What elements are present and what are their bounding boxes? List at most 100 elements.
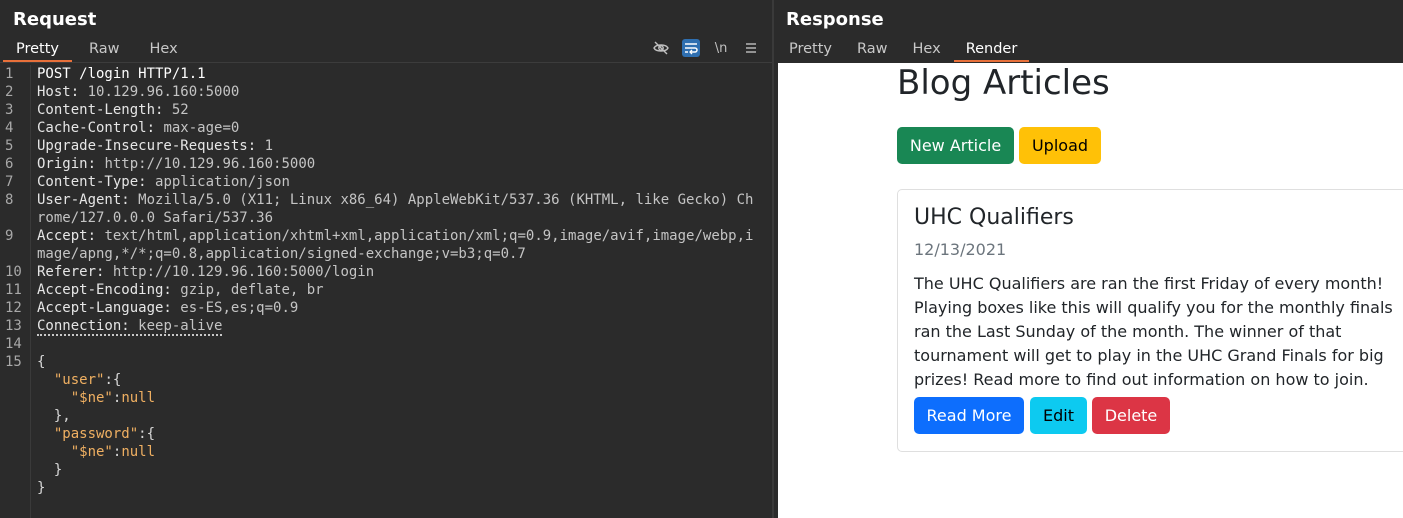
eye-off-icon[interactable]: [652, 39, 670, 57]
request-line: 14: [0, 335, 772, 353]
article-text: The UHC Qualifiers are ran the first Fri…: [914, 274, 1393, 389]
line-number: 3: [5, 102, 14, 118]
upload-button[interactable]: Upload: [1019, 127, 1101, 164]
header-value: Mozilla/5.0 (X11; Linux x86_64) AppleWeb…: [37, 192, 754, 226]
json-key-ne: "$ne": [70, 444, 113, 460]
header-name: Content-Length:: [37, 102, 164, 118]
request-line: }: [0, 479, 772, 497]
header-name: Accept-Language:: [37, 300, 172, 316]
line-number: 10: [5, 264, 22, 280]
request-tabs: Pretty Raw Hex: [3, 38, 195, 63]
request-line: 6 Origin: http://10.129.96.160:5000: [0, 155, 772, 173]
request-line: "$ne":null: [70, 390, 156, 406]
header-name: Host:: [37, 84, 80, 100]
rendered-page: Blog Articles New Article Upload UHC Qua…: [778, 63, 1403, 518]
json-open-brace: {: [37, 354, 46, 370]
line-number: 13: [5, 318, 22, 334]
request-toolbar: \n: [652, 38, 760, 58]
header-value: max-age=0: [163, 120, 240, 136]
line-number: 1: [5, 66, 14, 82]
menu-icon[interactable]: [742, 39, 760, 57]
response-tab-pretty[interactable]: Pretty: [777, 38, 844, 62]
header-value: keep-alive: [138, 318, 223, 334]
request-title: Request: [13, 9, 97, 30]
line-number: 14: [5, 336, 22, 352]
request-line: 3 Content-Length: 52: [0, 101, 772, 119]
request-line: 10 Referer: http://10.129.96.160:5000/lo…: [0, 263, 772, 281]
read-more-button[interactable]: Read More: [914, 397, 1024, 434]
request-tab-hex[interactable]: Hex: [137, 38, 191, 62]
article-date: 12/13/2021: [914, 240, 1007, 259]
wrap-lines-icon[interactable]: [682, 39, 700, 57]
delete-button[interactable]: Delete: [1092, 397, 1170, 434]
request-line: 2 Host: 10.129.96.160:5000: [0, 83, 772, 101]
response-tab-hex[interactable]: Hex: [901, 38, 953, 62]
json-key-ne: "$ne": [70, 390, 113, 406]
article-card: UHC Qualifiers 12/13/2021 The UHC Qualif…: [897, 189, 1403, 452]
request-editor[interactable]: 1 POST /login HTTP/1.1 2 Host: 10.129.96…: [0, 65, 772, 518]
line-number: 4: [5, 120, 14, 136]
line-number: 11: [5, 282, 22, 298]
json-key-password: "password": [53, 426, 139, 442]
header-name: Accept:: [37, 228, 97, 244]
newline-icon[interactable]: \n: [712, 39, 730, 57]
header-name: Referer:: [37, 264, 105, 280]
request-line: 15 {: [0, 353, 772, 371]
header-name: User-Agent:: [37, 192, 130, 208]
request-line: "user":{: [53, 372, 122, 388]
edit-button[interactable]: Edit: [1030, 397, 1087, 434]
request-line: "$ne":null: [70, 444, 156, 460]
response-pane: Response Pretty Raw Hex Render Blog Arti…: [774, 0, 1403, 518]
new-article-button[interactable]: New Article: [897, 127, 1014, 164]
header-name: Content-Type:: [37, 174, 147, 190]
header-name: Origin:: [37, 156, 97, 172]
line-number: 8: [5, 192, 14, 208]
request-tabs-divider: [0, 62, 772, 63]
json-close-brace: }: [37, 480, 46, 496]
header-value: application/json: [155, 174, 290, 190]
line-number: 9: [5, 228, 14, 244]
request-line: 5 Upgrade-Insecure-Requests: 1: [0, 137, 772, 155]
header-value: 1: [264, 138, 274, 154]
article-title: UHC Qualifiers: [914, 205, 1074, 230]
header-name: Accept-Encoding:: [37, 282, 172, 298]
json-null-value: null: [121, 390, 156, 406]
header-value: http://10.129.96.160:5000: [104, 156, 316, 172]
response-tab-raw[interactable]: Raw: [845, 38, 900, 62]
request-line: 7 Content-Type: application/json: [0, 173, 772, 191]
request-line: }: [53, 462, 63, 478]
request-line: 4 Cache-Control: max-age=0: [0, 119, 772, 137]
header-name: Connection:: [37, 318, 130, 334]
request-line: },: [53, 408, 71, 424]
response-tab-render[interactable]: Render: [953, 38, 1030, 62]
request-line: 8 User-Agent: Mozilla/5.0 (X11; Linux x8…: [0, 191, 772, 227]
request-line-text: POST /login HTTP/1.1: [37, 66, 206, 82]
request-line: 9 Accept: text/html,application/xhtml+xm…: [0, 227, 772, 263]
line-number: 6: [5, 156, 14, 172]
request-line: 12 Accept-Language: es-ES,es;q=0.9: [0, 299, 772, 317]
request-tab-raw[interactable]: Raw: [76, 38, 133, 62]
header-value: text/html,application/xhtml+xml,applicat…: [37, 228, 754, 262]
header-value: gzip, deflate, br: [180, 282, 324, 298]
request-line: 13 Connection: keep-alive: [0, 317, 772, 336]
line-number: 2: [5, 84, 14, 100]
line-number: 15: [5, 354, 22, 370]
header-value: es-ES,es;q=0.9: [180, 300, 299, 316]
page-title: Blog Articles: [897, 63, 1110, 103]
line-number: 7: [5, 174, 14, 190]
request-line: 11 Accept-Encoding: gzip, deflate, br: [0, 281, 772, 299]
line-number: 12: [5, 300, 22, 316]
header-name: Cache-Control:: [37, 120, 156, 136]
header-value: 52: [171, 102, 189, 118]
response-title: Response: [786, 9, 884, 30]
request-line: 1 POST /login HTTP/1.1: [0, 65, 772, 83]
request-tab-pretty[interactable]: Pretty: [3, 38, 73, 62]
line-number: 5: [5, 138, 14, 154]
request-pane: Request Pretty Raw Hex \n 1 POST /login …: [0, 0, 772, 518]
header-name: Upgrade-Insecure-Requests:: [37, 138, 257, 154]
json-key-user: "user": [53, 372, 105, 388]
json-null-value: null: [121, 444, 156, 460]
response-tabs: Pretty Raw Hex Render: [777, 38, 1030, 63]
header-value: http://10.129.96.160:5000/login: [112, 264, 375, 280]
header-value: 10.129.96.160:5000: [87, 84, 240, 100]
